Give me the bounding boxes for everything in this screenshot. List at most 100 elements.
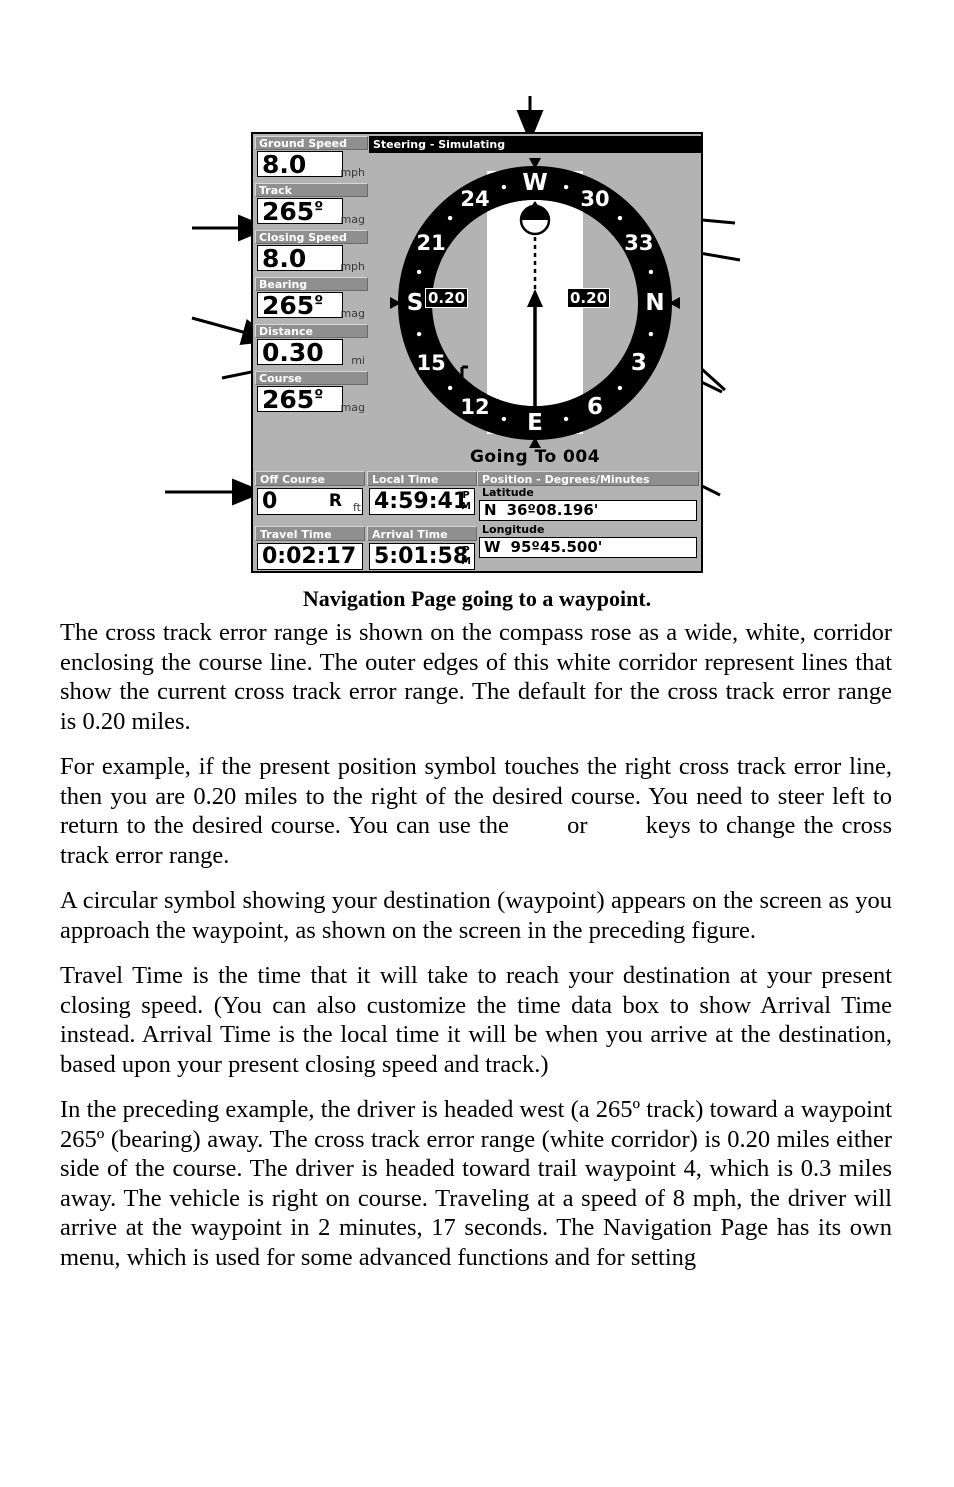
compass-tick-dot bbox=[617, 385, 623, 391]
data-box-unit: ft bbox=[353, 501, 361, 514]
data-box-value: 0 bbox=[262, 489, 278, 514]
data-box-field: 8.0 bbox=[257, 244, 343, 273]
data-box-field: 265º bbox=[257, 385, 343, 414]
data-box-distance[interactable]: Distance 0.30 mi bbox=[255, 324, 368, 368]
data-box-label: Off Course bbox=[255, 471, 365, 486]
data-box-value-row: 265º mag bbox=[255, 385, 368, 415]
compass-tick-dot bbox=[563, 184, 569, 190]
compass-label: N bbox=[645, 290, 664, 316]
data-box-label: Arrival Time bbox=[367, 526, 477, 541]
figure-area: Ground Speed 8.0 mph Track 265º mag Clos… bbox=[0, 0, 954, 611]
compass-tick-dot bbox=[648, 269, 654, 275]
data-box-field: 5:01:58 PM bbox=[369, 543, 475, 570]
latitude-hemisphere: N bbox=[484, 501, 497, 519]
data-box-value-row: 265º mag bbox=[255, 197, 368, 227]
para2-part2: or bbox=[558, 812, 596, 839]
data-box-value-row: 8.0 mph bbox=[255, 150, 368, 180]
data-box-value-row: 0.30 mi bbox=[255, 338, 368, 368]
compass-tick-dot bbox=[416, 331, 422, 337]
compass-tick-dot bbox=[617, 215, 623, 221]
xte-right-label: 0.20 bbox=[567, 288, 611, 308]
data-box-closing-speed[interactable]: Closing Speed 8.0 mph bbox=[255, 230, 368, 274]
compass-tick-dot bbox=[501, 416, 507, 422]
compass-rose: W 24 21 S 15 12 E 6 3 N 33 30 0.20 0.20 bbox=[369, 153, 701, 469]
gps-navigation-screen: Ground Speed 8.0 mph Track 265º mag Clos… bbox=[251, 132, 703, 573]
data-box-value: 0:02:17 bbox=[262, 544, 357, 569]
data-box-value: 265º bbox=[262, 385, 324, 414]
meridiem-indicator: PM bbox=[461, 545, 471, 567]
compass-label: 12 bbox=[460, 395, 489, 419]
data-box-field: 0 R bbox=[257, 488, 363, 515]
paragraph-1: The cross track error range is shown on … bbox=[60, 619, 892, 735]
compass-label: S bbox=[407, 290, 424, 316]
paragraph-5: In the preceding example, the driver is … bbox=[60, 1096, 892, 1271]
longitude-label: Longitude bbox=[482, 523, 545, 536]
data-box-value: 8.0 bbox=[262, 244, 307, 273]
data-box-label: Local Time bbox=[367, 471, 477, 486]
data-box-unit: mag bbox=[340, 213, 365, 226]
compass-label: 6 bbox=[587, 394, 603, 420]
data-box-bearing[interactable]: Bearing 265º mag bbox=[255, 277, 368, 321]
data-box-track[interactable]: Track 265º mag bbox=[255, 183, 368, 227]
compass-tick-dot bbox=[447, 215, 453, 221]
paragraph-4: Travel Time is the time that it will tak… bbox=[60, 962, 892, 1078]
compass-tick-dot bbox=[563, 416, 569, 422]
data-box-unit: mag bbox=[340, 307, 365, 320]
compass-label: 24 bbox=[460, 187, 489, 211]
compass-label: 3 bbox=[631, 350, 647, 376]
figure-caption: Navigation Page going to a waypoint. bbox=[302, 586, 652, 611]
off-course-side: R bbox=[328, 491, 342, 511]
steering-panel: Steering - Simulating W 24 21 S 15 12 E … bbox=[369, 136, 701, 469]
longitude-value: W 95º45.500' bbox=[479, 537, 697, 558]
going-to-label: Going To 004 bbox=[469, 447, 601, 467]
data-box-off-course[interactable]: Off Course 0 R ft bbox=[255, 471, 365, 515]
data-box-value: 265º bbox=[262, 291, 324, 320]
data-box-value: 5:01:58 bbox=[374, 544, 469, 569]
compass-tick-dot bbox=[648, 331, 654, 337]
data-box-label: Ground Speed bbox=[255, 136, 368, 150]
data-box-field: 0.30 bbox=[257, 338, 343, 367]
present-position-symbol bbox=[519, 204, 551, 236]
compass-tick-dot bbox=[501, 184, 507, 190]
data-box-field: 0:02:17 bbox=[257, 543, 363, 570]
data-box-unit: mph bbox=[340, 260, 365, 273]
left-data-boxes: Ground Speed 8.0 mph Track 265º mag Clos… bbox=[255, 136, 368, 469]
data-box-value: 4:59:41 bbox=[374, 489, 469, 514]
paragraph-3: A circular symbol showing your destinati… bbox=[60, 887, 892, 944]
data-box-course[interactable]: Course 265º mag bbox=[255, 371, 368, 415]
compass-label: 33 bbox=[624, 231, 653, 255]
data-box-arrival-time[interactable]: Arrival Time 5:01:58 PM bbox=[367, 526, 477, 570]
compass-label: W bbox=[522, 170, 547, 196]
meridiem-indicator: PM bbox=[461, 490, 471, 512]
paragraph-2-with-key-icons: For example, if the present position sym… bbox=[60, 752, 892, 870]
data-box-local-time[interactable]: Local Time 4:59:41 PM bbox=[367, 471, 477, 515]
compass-label: 21 bbox=[416, 231, 445, 255]
compass-tick-dot bbox=[447, 385, 453, 391]
data-box-value-row: 265º mag bbox=[255, 291, 368, 321]
data-box-label: Course bbox=[255, 371, 368, 385]
data-box-label: Track bbox=[255, 183, 368, 197]
data-box-field: 265º bbox=[257, 291, 343, 320]
position-panel-title: Position - Degrees/Minutes bbox=[477, 471, 699, 486]
xte-left-label: 0.20 bbox=[425, 288, 469, 308]
compass-label: 30 bbox=[580, 187, 609, 211]
data-box-unit: mph bbox=[340, 166, 365, 179]
body-text: The cross track error range is shown on … bbox=[60, 618, 892, 1272]
position-panel[interactable]: Position - Degrees/Minutes Latitude N 36º… bbox=[477, 471, 699, 571]
data-box-ground-speed[interactable]: Ground Speed 8.0 mph bbox=[255, 136, 368, 180]
data-box-unit: mag bbox=[340, 401, 365, 414]
data-box-label: Distance bbox=[255, 324, 368, 338]
data-box-value: 0.30 bbox=[262, 338, 324, 367]
data-box-field: 8.0 bbox=[257, 151, 343, 178]
latitude-label: Latitude bbox=[482, 486, 534, 499]
steering-title-bar: Steering - Simulating bbox=[369, 136, 701, 153]
compass-label: E bbox=[527, 410, 543, 436]
data-box-field: 4:59:41 PM bbox=[369, 488, 475, 515]
data-box-travel-time[interactable]: Travel Time 0:02:17 bbox=[255, 526, 365, 570]
data-box-field: 265º bbox=[257, 198, 343, 225]
compass-tick-dot bbox=[416, 269, 422, 275]
data-box-label: Closing Speed bbox=[255, 230, 368, 244]
data-box-label: Travel Time bbox=[255, 526, 365, 541]
data-box-value-row: 8.0 mph bbox=[255, 244, 368, 274]
compass-label: 15 bbox=[416, 351, 445, 375]
